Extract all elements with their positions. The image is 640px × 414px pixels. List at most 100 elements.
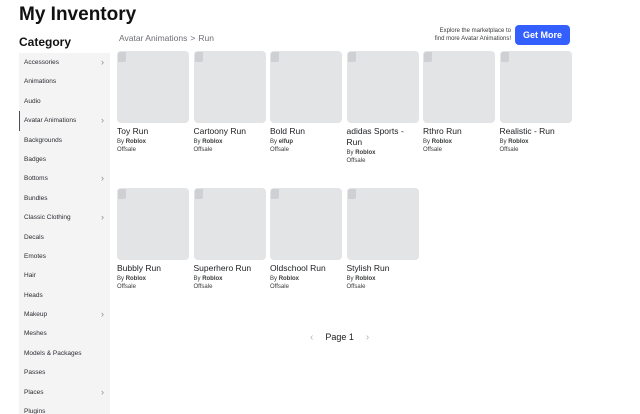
sidebar-item[interactable]: Heads [19, 286, 110, 305]
item-thumbnail[interactable] [423, 51, 495, 123]
item-price-status: Offsale [346, 284, 366, 290]
item-name[interactable]: Bold Run [270, 126, 342, 137]
item-name[interactable]: Toy Run [117, 126, 189, 137]
item-card[interactable]: Rthro Run By Roblox Offsale [423, 51, 495, 153]
item-thumbnail[interactable] [270, 188, 342, 260]
item-thumbnail[interactable] [499, 51, 572, 123]
sidebar-item[interactable]: Meshes [19, 324, 110, 343]
item-card[interactable]: Toy Run By Roblox Offsale [117, 51, 189, 153]
creator-name-link[interactable]: Roblox [126, 276, 146, 282]
pagination: ‹ Page 1 › [310, 332, 369, 343]
item-card[interactable]: Stylish Run By Roblox Offsale [346, 188, 419, 290]
item-price-status: Offsale [270, 284, 289, 290]
creator-name-link[interactable]: Roblox [355, 150, 375, 156]
thumbnail-corner-icon [194, 52, 203, 62]
creator-name-link[interactable]: Roblox [355, 276, 375, 282]
sidebar-item[interactable]: Accessories › [19, 53, 110, 72]
creator-prefix: By [270, 276, 278, 282]
sidebar-item[interactable]: Avatar Animations › [19, 111, 110, 131]
creator-name-link[interactable]: Roblox [126, 139, 146, 145]
sidebar-item[interactable]: Plugins [19, 402, 110, 414]
item-thumbnail[interactable] [193, 188, 266, 260]
breadcrumb-parent-link[interactable]: Avatar Animations [119, 33, 187, 43]
thumbnail-corner-icon [347, 52, 356, 62]
category-sidebar: Accessories › Animations Audio Avatar Animat… [19, 53, 110, 414]
creator-prefix: By [346, 150, 354, 156]
creator-name-link[interactable]: Roblox [508, 139, 528, 145]
breadcrumb-separator-icon: > [190, 33, 196, 43]
item-price-status: Offsale [117, 147, 136, 153]
item-thumbnail[interactable] [346, 51, 419, 123]
chevron-right-icon[interactable]: › [366, 332, 369, 343]
item-thumbnail[interactable] [346, 188, 419, 260]
sidebar-item[interactable]: Backgrounds [19, 131, 110, 150]
sidebar-item[interactable]: Audio [19, 92, 110, 111]
sidebar-item[interactable]: Bundles [19, 189, 110, 208]
item-name[interactable]: Superhero Run [194, 263, 266, 274]
item-name[interactable]: Realistic - Run [500, 126, 572, 137]
chevron-right-icon: › [101, 57, 104, 67]
creator-prefix: By [117, 276, 125, 282]
sidebar-item-label: Backgrounds [24, 136, 62, 144]
item-card[interactable]: Superhero Run By Roblox Offsale [193, 188, 266, 290]
item-name[interactable]: Cartoony Run [194, 126, 266, 137]
creator-name-link[interactable]: Roblox [202, 139, 222, 145]
item-creator: By Roblox [423, 139, 495, 145]
sidebar-item-label: Decals [24, 233, 44, 241]
creator-name-link[interactable]: Roblox [279, 276, 299, 282]
sidebar-item[interactable]: Passes [19, 363, 110, 382]
item-name[interactable]: Oldschool Run [270, 263, 342, 274]
creator-name-link[interactable]: Roblox [202, 276, 222, 282]
item-thumbnail[interactable] [117, 51, 189, 123]
creator-prefix: By [117, 139, 125, 145]
item-card[interactable]: Bubbly Run By Roblox Offsale [117, 188, 189, 290]
creator-name-link[interactable]: Roblox [432, 139, 452, 145]
sidebar-item-label: Badges [24, 155, 47, 163]
item-price-status: Offsale [423, 147, 442, 153]
item-thumbnail[interactable] [270, 51, 342, 123]
item-card[interactable]: adidas Sports - Run By Roblox Offsale [346, 51, 419, 164]
item-card[interactable]: Cartoony Run By Roblox Offsale [193, 51, 266, 153]
sidebar-item-label: Passes [24, 369, 46, 377]
sidebar-item[interactable]: Makeup › [19, 305, 110, 324]
sidebar-item-label: Accessories [24, 59, 60, 66]
item-creator: By Roblox [117, 276, 189, 282]
item-name[interactable]: Stylish Run [347, 263, 419, 274]
sidebar-item[interactable]: Badges [19, 150, 110, 169]
item-creator: By Roblox [347, 150, 419, 156]
item-card[interactable]: Oldschool Run By Roblox Offsale [270, 188, 342, 290]
creator-prefix: By [423, 139, 431, 145]
item-name[interactable]: Rthro Run [423, 126, 495, 137]
item-name[interactable]: adidas Sports - Run [347, 126, 419, 148]
sidebar-item-label: Models & Packages [24, 349, 82, 357]
sidebar-item[interactable]: Bottoms › [19, 169, 110, 188]
sidebar-item[interactable]: Hair [19, 266, 110, 285]
chevron-right-icon: › [101, 212, 104, 223]
item-name[interactable]: Bubbly Run [117, 263, 189, 274]
category-heading: Category [19, 35, 72, 49]
sidebar-item[interactable]: Animations [19, 72, 110, 91]
get-more-button[interactable]: Get More [515, 25, 570, 45]
sidebar-item-label: Emotes [24, 252, 47, 260]
chevron-left-icon[interactable]: ‹ [310, 332, 313, 343]
sidebar-item-label: Places [24, 388, 44, 396]
sidebar-item[interactable]: Places › [19, 383, 110, 402]
item-thumbnail[interactable] [193, 51, 266, 123]
sidebar-item[interactable]: Decals [19, 228, 110, 247]
sidebar-item[interactable]: Classic Clothing › [19, 208, 110, 227]
creator-name-link[interactable]: elfup [279, 139, 293, 145]
sidebar-item[interactable]: Models & Packages [19, 344, 110, 363]
chevron-right-icon: › [101, 309, 104, 320]
creator-prefix: By [193, 139, 201, 145]
item-card[interactable]: Realistic - Run By Roblox Offsale [499, 51, 572, 153]
sidebar-item[interactable]: Emotes [19, 247, 110, 266]
chevron-right-icon: › [101, 386, 104, 397]
thumbnail-corner-icon [118, 52, 126, 62]
item-thumbnail[interactable] [117, 188, 189, 260]
creator-prefix: By [193, 276, 201, 282]
sidebar-item-label: Animations [24, 78, 57, 86]
thumbnail-corner-icon [500, 52, 509, 62]
creator-prefix: By [499, 139, 507, 145]
item-card[interactable]: Bold Run By elfup Offsale [270, 51, 342, 153]
sidebar-item-label: Meshes [24, 330, 47, 338]
